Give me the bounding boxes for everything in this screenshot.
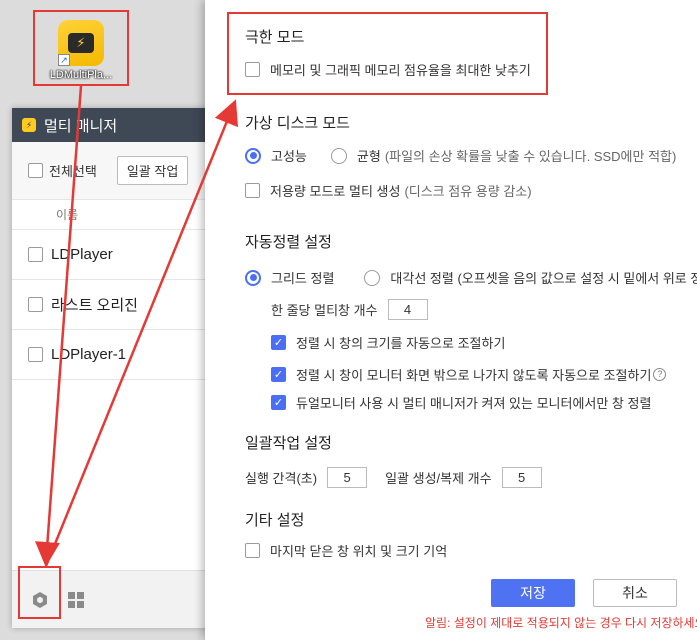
keep-inside-option[interactable]: ✓ 정렬 시 창이 모니터 화면 밖으로 나가지 않도록 자동으로 조절하기 ? [271, 365, 667, 384]
batch-settings-row: 실행 간격(초) 5 일괄 생성/복제 개수 5 [245, 467, 542, 488]
low-capacity-option[interactable]: 저용량 모드로 멀티 생성 (디스크 점유 용량 감소) [245, 181, 532, 200]
auto-resize-option[interactable]: ✓ 정렬 시 창의 크기를 자동으로 조절하기 [271, 333, 505, 352]
auto-resize-label: 정렬 시 창의 크기를 자동으로 조절하기 [296, 336, 506, 351]
auto-resize-checkbox[interactable]: ✓ [271, 335, 286, 350]
instance-name: LDPlayer [51, 246, 113, 263]
lightning-logo-icon: ⚡ [22, 118, 36, 132]
instance-name: LDPlayer-1 [51, 346, 127, 363]
shortcut-arrow-icon: ↗ [58, 54, 70, 66]
cancel-button[interactable]: 취소 [593, 579, 677, 607]
high-performance-label: 고성능 [271, 149, 307, 164]
dual-monitor-checkbox[interactable]: ✓ [271, 395, 286, 410]
remember-window-option[interactable]: 마지막 닫은 창 위치 및 크기 기억 [245, 541, 447, 560]
interval-input[interactable]: 5 [327, 467, 368, 488]
grid-layout-icon[interactable] [68, 591, 84, 608]
low-capacity-label: 저용량 모드로 멀티 생성 [270, 184, 401, 199]
batch-count-input[interactable]: 5 [501, 467, 542, 488]
desktop-icon-caption: LDMultiPla... [49, 69, 113, 81]
instance-row[interactable]: 라스트 오리진 [12, 280, 217, 330]
grid-arrange-radio[interactable] [245, 269, 261, 286]
settings-panel: 극한 모드 메모리 및 그래픽 메모리 점유율을 최대한 낮추기 가상 디스크 … [205, 0, 697, 640]
section-title-extreme-mode: 극한 모드 [245, 29, 305, 46]
instance-checkbox[interactable] [28, 247, 43, 262]
section-title-virtual-disk: 가상 디스크 모드 [245, 115, 350, 132]
section-title-other: 기타 설정 [245, 512, 305, 529]
multi-manager-window: ⚡ 멀티 매니저 전체선택 일괄 작업 이름 LDPlayer 라스트 오리진 … [12, 108, 217, 628]
select-all-checkbox[interactable] [28, 163, 43, 178]
interval-label: 실행 간격(초) [245, 471, 318, 486]
instance-row[interactable]: LDPlayer [12, 230, 217, 280]
remember-window-label: 마지막 닫은 창 위치 및 크기 기억 [270, 544, 448, 559]
ldmultiplayer-app-icon: ⚡ ↗ [58, 20, 104, 66]
multi-manager-titlebar: ⚡ 멀티 매니저 [12, 108, 217, 142]
instance-checkbox[interactable] [28, 297, 43, 312]
extreme-mode-checkbox[interactable] [245, 62, 260, 77]
per-row-setting: 한 줄당 멀티창 개수 4 [271, 299, 428, 320]
dual-monitor-option[interactable]: ✓ 듀얼모니터 사용 시 멀티 매니저가 켜져 있는 모니터에서만 창 정렬 [271, 393, 651, 412]
grid-arrange-label: 그리드 정렬 [271, 271, 335, 286]
save-button[interactable]: 저장 [491, 579, 575, 607]
keep-inside-label: 정렬 시 창이 모니터 화면 밖으로 나가지 않도록 자동으로 조절하기 [296, 368, 652, 383]
settings-gear-icon[interactable] [30, 590, 50, 610]
batch-count-label: 일괄 생성/복제 개수 [385, 471, 492, 486]
diagonal-arrange-radio[interactable] [364, 269, 381, 286]
per-row-label: 한 줄당 멀티창 개수 [271, 303, 378, 318]
section-title-batch: 일괄작업 설정 [245, 435, 332, 452]
arrange-mode-options: 그리드 정렬 대각선 정렬 (오프셋을 음의 값으로 설정 시 밑에서 위로 정… [245, 268, 697, 287]
multi-manager-toolbar: 전체선택 일괄 작업 [12, 142, 217, 200]
high-performance-radio[interactable] [245, 147, 261, 164]
select-all-label: 전체선택 [49, 164, 97, 179]
column-header-name[interactable]: 이름 [12, 200, 217, 230]
help-icon[interactable]: ? [653, 368, 667, 381]
keep-inside-checkbox[interactable]: ✓ [271, 367, 286, 382]
remember-window-checkbox[interactable] [245, 543, 260, 558]
instance-row[interactable]: LDPlayer-1 [12, 330, 217, 380]
balanced-note: (파일의 손상 확률을 낮출 수 있습니다. SSD에만 적합) [384, 149, 677, 164]
extreme-mode-option[interactable]: 메모리 및 그래픽 메모리 점유율을 최대한 낮추기 [245, 60, 531, 79]
section-title-auto-arrange: 자동정렬 설정 [245, 234, 332, 251]
notice-text: 알림: 설정이 제대로 적용되지 않는 경우 다시 저장하세요. [425, 616, 697, 630]
virtual-disk-options: 고성능 균형 (파일의 손상 확률을 낮출 수 있습니다. SSD에만 적합) [245, 146, 676, 165]
extreme-mode-label: 메모리 및 그래픽 메모리 점유율을 최대한 낮추기 [270, 63, 531, 78]
batch-action-button[interactable]: 일괄 작업 [116, 156, 189, 185]
diagonal-arrange-label: 대각선 정렬 (오프셋을 음의 값으로 설정 시 밑에서 위로 정렬) [390, 271, 697, 286]
low-capacity-checkbox[interactable] [245, 183, 260, 198]
balanced-radio[interactable] [330, 147, 347, 164]
lightning-icon: ⚡ [68, 33, 94, 53]
desktop-shortcut-ldmultiplayer[interactable]: ⚡ ↗ LDMultiPla... [37, 14, 125, 86]
instance-checkbox[interactable] [28, 347, 43, 362]
balanced-label: 균형 [356, 149, 381, 164]
low-capacity-note: (디스크 점유 용량 감소) [404, 184, 532, 199]
multi-manager-footer [12, 570, 217, 628]
instance-name: 라스트 오리진 [51, 297, 138, 314]
dual-monitor-label: 듀얼모니터 사용 시 멀티 매니저가 켜져 있는 모니터에서만 창 정렬 [296, 396, 652, 411]
per-row-input[interactable]: 4 [387, 299, 428, 320]
multi-manager-title: 멀티 매니저 [44, 117, 118, 135]
